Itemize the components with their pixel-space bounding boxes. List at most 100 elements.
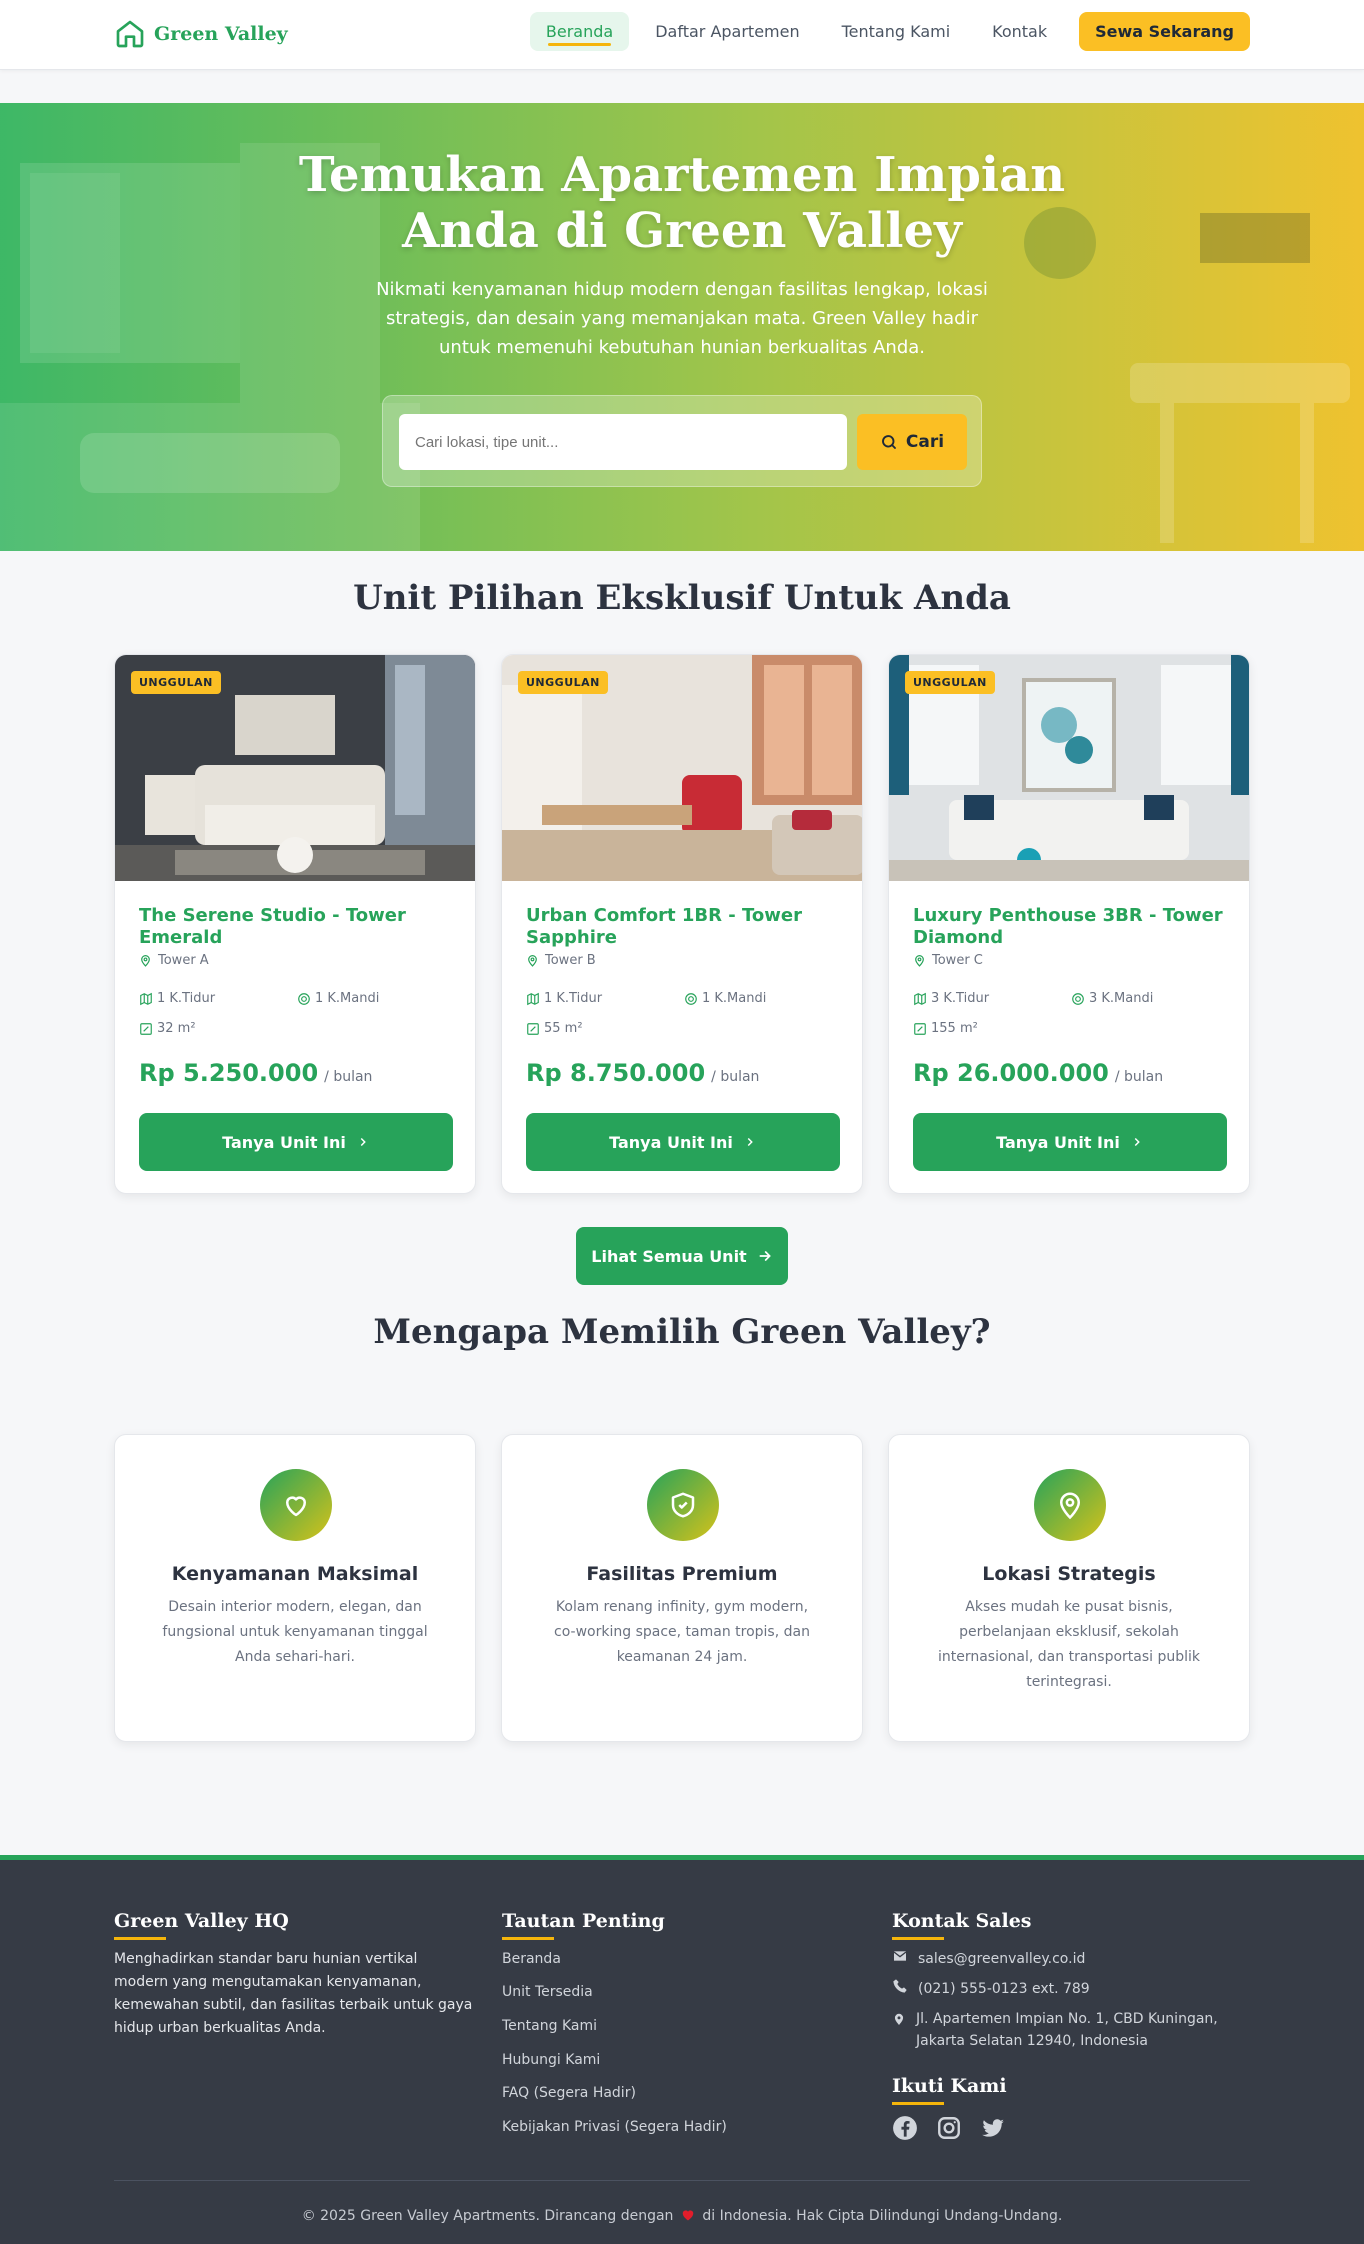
hero-title-line1: Temukan Apartemen Impian bbox=[298, 147, 1066, 203]
nav-daftar-apartemen[interactable]: Daftar Apartemen bbox=[639, 12, 815, 51]
unit-card: UNGGULAN Luxury Penthouse 3BR - Tower Di… bbox=[888, 654, 1250, 1194]
phone-icon bbox=[893, 1979, 907, 1993]
home-icon bbox=[116, 20, 144, 48]
map-pin-icon bbox=[1059, 1492, 1081, 1520]
unit-location: Tower C bbox=[913, 953, 983, 968]
chevron-right-icon bbox=[360, 1137, 366, 1147]
feature-title: Lokasi Strategis bbox=[982, 1563, 1156, 1585]
hero-subtitle: Nikmati kenyamanan hidup modern dengan f… bbox=[376, 279, 988, 358]
unit-title[interactable]: Luxury Penthouse 3BR - Tower Diamond bbox=[913, 905, 1225, 949]
nav-kontak[interactable]: Kontak bbox=[976, 12, 1063, 51]
footer-link-beranda[interactable]: Beranda bbox=[502, 1951, 561, 1967]
footer-phone[interactable]: (021) 555-0123 ext. 789 bbox=[892, 1978, 1090, 2000]
price-unit: / bulan bbox=[324, 1069, 373, 1085]
unit-price: Rp 26.000.000 / bulan bbox=[913, 1059, 1163, 1087]
footer-link-faq[interactable]: FAQ (Segera Hadir) bbox=[502, 2085, 636, 2101]
footer-about-text: Menghadirkan standar baru hunian vertika… bbox=[114, 1951, 473, 2036]
map-icon bbox=[527, 992, 539, 1005]
instagram-icon[interactable] bbox=[936, 2115, 962, 2141]
map-pin-icon bbox=[915, 955, 924, 967]
map-icon bbox=[914, 992, 926, 1005]
price-value: Rp 5.250.000 bbox=[139, 1059, 319, 1087]
price-value: Rp 8.750.000 bbox=[526, 1059, 706, 1087]
unit-title[interactable]: Urban Comfort 1BR - Tower Sapphire bbox=[526, 905, 838, 949]
feature-desc: Desain interior modern, elegan, dan fung… bbox=[162, 1599, 428, 1665]
map-icon bbox=[140, 992, 152, 1005]
unit-tower: Tower C bbox=[932, 953, 983, 968]
footer-link-tentang-kami[interactable]: Tentang Kami bbox=[502, 2018, 597, 2034]
hero-title-line2: Anda di Green Valley bbox=[402, 203, 962, 259]
search-icon bbox=[881, 435, 896, 449]
footer-link-hubungi-kami[interactable]: Hubungi Kami bbox=[502, 2052, 600, 2068]
phone-text: (021) 555-0123 ext. 789 bbox=[918, 1981, 1090, 1997]
social-links bbox=[892, 2115, 1006, 2141]
bedrooms-label: 3 K.Tidur bbox=[931, 991, 990, 1006]
bedrooms-label: 1 K.Tidur bbox=[157, 991, 216, 1006]
footer-link-privacy[interactable]: Kebijakan Privasi (Segera Hadir) bbox=[502, 2119, 727, 2135]
hero-title: Temukan Apartemen Impian Anda di Green V… bbox=[0, 147, 1364, 259]
footer-divider bbox=[114, 2180, 1250, 2181]
facebook-icon[interactable] bbox=[892, 2115, 918, 2141]
copyright: © 2025 Green Valley Apartments. Dirancan… bbox=[0, 2208, 1364, 2224]
nav-beranda[interactable]: Beranda bbox=[529, 12, 630, 51]
heart-icon bbox=[286, 1496, 306, 1517]
area-label: 55 m² bbox=[544, 1021, 583, 1036]
bathrooms-label: 1 K.Mandi bbox=[315, 991, 380, 1006]
area-icon bbox=[140, 1022, 152, 1035]
unit-price: Rp 8.750.000 / bulan bbox=[526, 1059, 759, 1087]
feature-icon-circle bbox=[647, 1469, 719, 1541]
address-text: Jl. Apartemen Impian No. 1, CBD Kuningan… bbox=[916, 2011, 1218, 2049]
footer-follow-title: Ikuti Kami bbox=[892, 2075, 1007, 2105]
unit-area: 32 m² bbox=[139, 1021, 196, 1036]
unit-title[interactable]: The Serene Studio - Tower Emerald bbox=[139, 905, 451, 949]
ask-unit-button[interactable]: Tanya Unit Ini bbox=[139, 1113, 453, 1171]
ask-unit-button[interactable]: Tanya Unit Ini bbox=[913, 1113, 1227, 1171]
footer-link-unit-tersedia[interactable]: Unit Tersedia bbox=[502, 1984, 593, 2000]
bath-icon bbox=[298, 992, 310, 1005]
see-all-units-button[interactable]: Lihat Semua Unit bbox=[576, 1227, 788, 1285]
unit-location: Tower A bbox=[139, 953, 209, 968]
copyright-pre: © 2025 Green Valley Apartments. Dirancan… bbox=[301, 2208, 674, 2224]
why-section-title: Mengapa Memilih Green Valley? bbox=[373, 1312, 991, 1352]
footer-about-title: Green Valley HQ bbox=[114, 1910, 289, 1940]
price-value: Rp 26.000.000 bbox=[913, 1059, 1109, 1087]
map-pin-icon bbox=[141, 955, 150, 967]
unit-bedrooms: 3 K.Tidur bbox=[913, 991, 989, 1006]
feature-card: Kenyamanan Maksimal Desain interior mode… bbox=[114, 1434, 476, 1742]
feature-card: Lokasi Strategis Akses mudah ke pusat bi… bbox=[888, 1434, 1250, 1742]
heart-icon bbox=[682, 2210, 694, 2221]
feature-icon-circle bbox=[1034, 1469, 1106, 1541]
feature-desc: Akses mudah ke pusat bisnis, perbelanjaa… bbox=[937, 1599, 1201, 1690]
unit-bedrooms: 1 K.Tidur bbox=[139, 991, 215, 1006]
brand-logo[interactable]: Green Valley bbox=[114, 18, 288, 50]
feature-title: Kenyamanan Maksimal bbox=[171, 1563, 419, 1585]
unit-price: Rp 5.250.000 / bulan bbox=[139, 1059, 372, 1087]
ask-unit-label: Tanya Unit Ini bbox=[996, 1132, 1120, 1152]
twitter-icon[interactable] bbox=[980, 2115, 1006, 2141]
ask-unit-button[interactable]: Tanya Unit Ini bbox=[526, 1113, 840, 1171]
footer-contact-title: Kontak Sales bbox=[892, 1910, 1032, 1940]
nav-tentang-kami[interactable]: Tentang Kami bbox=[826, 12, 967, 51]
feature-card: Fasilitas Premium Kolam renang infinity,… bbox=[501, 1434, 863, 1742]
brand-name: Green Valley bbox=[154, 23, 288, 45]
feature-desc: Kolam renang infinity, gym modern, co-wo… bbox=[554, 1599, 810, 1665]
mail-icon bbox=[893, 1951, 907, 1961]
featured-badge: UNGGULAN bbox=[518, 671, 608, 694]
area-label: 32 m² bbox=[157, 1021, 196, 1036]
search-button[interactable]: Cari bbox=[857, 414, 967, 470]
area-icon bbox=[527, 1022, 539, 1035]
rent-now-button[interactable]: Sewa Sekarang bbox=[1079, 12, 1250, 51]
site-header: Green Valley Beranda Daftar Apartemen Te… bbox=[0, 0, 1364, 70]
chevron-right-icon bbox=[747, 1137, 753, 1147]
footer-email[interactable]: sales@greenvalley.co.id bbox=[892, 1948, 1085, 1970]
site-footer: Green Valley HQ Menghadirkan standar bar… bbox=[0, 1855, 1364, 2244]
search-input[interactable] bbox=[399, 414, 847, 470]
unit-area: 55 m² bbox=[526, 1021, 583, 1036]
footer-address: Jl. Apartemen Impian No. 1, CBD Kuningan… bbox=[892, 2008, 1222, 2052]
unit-bathrooms: 1 K.Mandi bbox=[297, 991, 379, 1006]
bath-icon bbox=[685, 992, 697, 1005]
search-bar: Cari bbox=[382, 395, 982, 487]
unit-area: 155 m² bbox=[913, 1021, 978, 1036]
unit-bedrooms: 1 K.Tidur bbox=[526, 991, 602, 1006]
main-nav: Beranda Daftar Apartemen Tentang Kami Ko… bbox=[529, 12, 1250, 51]
